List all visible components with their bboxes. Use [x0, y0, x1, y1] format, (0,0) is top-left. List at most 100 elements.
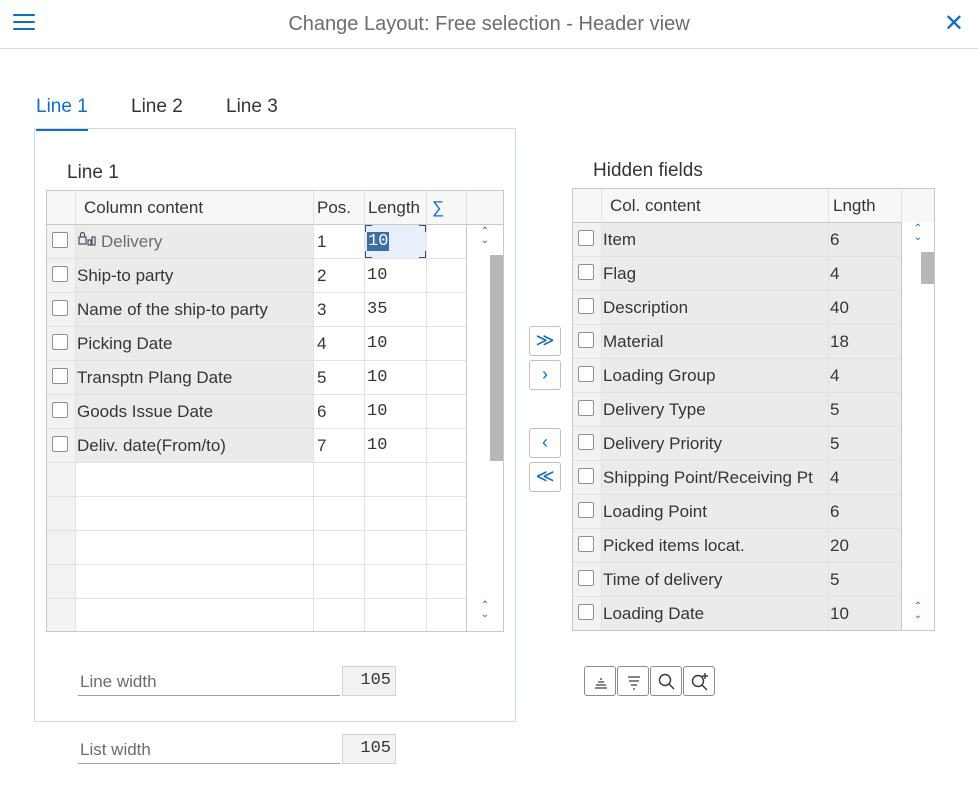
hidden-field-name[interactable]: Delivery Type: [602, 393, 829, 427]
add-all-columns-button[interactable]: ≫: [529, 326, 561, 356]
row-position[interactable]: 3: [314, 293, 365, 327]
row-selector[interactable]: [47, 531, 76, 565]
scroll-up-icon[interactable]: ⌃ ⌄: [467, 227, 503, 246]
row-checkbox[interactable]: [52, 232, 68, 248]
row-position[interactable]: 6: [314, 395, 365, 429]
row-length-input[interactable]: 10: [365, 429, 427, 463]
add-column-button[interactable]: ›: [529, 360, 561, 390]
row-column-content[interactable]: Transptn Plang Date: [76, 361, 314, 395]
row-column-content[interactable]: Picking Date: [76, 327, 314, 361]
row-sum-cell[interactable]: [427, 259, 467, 293]
sort-ascending-icon[interactable]: [584, 666, 616, 696]
hidden-field-name[interactable]: Delivery Priority: [602, 427, 829, 461]
row-column-content[interactable]: Ship-to party: [76, 259, 314, 293]
hidden-field-name[interactable]: Time of delivery: [602, 563, 829, 597]
hidden-field-name[interactable]: Material: [602, 325, 829, 359]
row-length-input[interactable]: 10: [365, 259, 427, 293]
row-position[interactable]: 5: [314, 361, 365, 395]
row-checkbox[interactable]: [578, 366, 594, 382]
row-checkbox[interactable]: [578, 502, 594, 518]
scroll-up-icon[interactable]: ⌃ ⌄: [902, 224, 934, 243]
row-selector[interactable]: [47, 599, 76, 631]
row-position[interactable]: 2: [314, 259, 365, 293]
search-icon[interactable]: [650, 666, 682, 696]
hidden-field-name[interactable]: Flag: [602, 257, 829, 291]
hidden-field-name[interactable]: Loading Group: [602, 359, 829, 393]
scroll-down-icon[interactable]: ⌃ ⌄: [902, 602, 934, 621]
row-checkbox[interactable]: [578, 468, 594, 484]
row-checkbox[interactable]: [578, 536, 594, 552]
row-sum-cell[interactable]: [427, 293, 467, 327]
scroll-down-icon[interactable]: ⌃ ⌄: [467, 601, 503, 620]
row-checkbox[interactable]: [578, 604, 594, 620]
row-length-input[interactable]: 10: [365, 361, 427, 395]
row-sum-cell[interactable]: [427, 429, 467, 463]
column-header-col-content[interactable]: Col. content: [602, 189, 829, 223]
sum-header-icon[interactable]: ∑: [427, 191, 467, 225]
hidden-field-name[interactable]: Shipping Point/Receiving Pt: [602, 461, 829, 495]
tab-line-3[interactable]: Line 3: [226, 96, 278, 129]
row-position[interactable]: 4: [314, 327, 365, 361]
length-value-selected[interactable]: 10: [367, 232, 390, 251]
row-sum-cell[interactable]: [427, 225, 467, 259]
row-checkbox[interactable]: [578, 570, 594, 586]
tab-line-1[interactable]: Line 1: [36, 96, 88, 131]
column-content-label: Picking Date: [77, 334, 173, 353]
hidden-table-scrollbar[interactable]: ⌃ ⌄ ⌃ ⌄: [901, 222, 934, 630]
select-all-header[interactable]: [573, 189, 602, 223]
row-checkbox[interactable]: [578, 434, 594, 450]
row-checkbox[interactable]: [578, 298, 594, 314]
row-position[interactable]: 1: [314, 225, 365, 259]
row-checkbox[interactable]: [578, 400, 594, 416]
row-checkbox[interactable]: [578, 230, 594, 246]
row-length-input[interactable]: 10: [365, 395, 427, 429]
row-selector[interactable]: [47, 463, 76, 497]
close-icon[interactable]: ✕: [944, 10, 964, 38]
row-column-content[interactable]: Delivery: [76, 225, 314, 259]
hidden-field-name[interactable]: Loading Date: [602, 597, 829, 630]
row-checkbox[interactable]: [578, 332, 594, 348]
empty-cell: [76, 463, 314, 497]
search-next-icon[interactable]: [683, 666, 715, 696]
row-length-input[interactable]: 10: [365, 327, 427, 361]
key-field-icon: [77, 231, 101, 251]
remove-column-button[interactable]: ‹: [529, 428, 561, 458]
empty-cell: [314, 463, 365, 497]
row-checkbox[interactable]: [52, 402, 68, 418]
row-sum-cell[interactable]: [427, 361, 467, 395]
empty-cell: [76, 565, 314, 599]
tab-line-2[interactable]: Line 2: [131, 96, 183, 129]
hidden-field-name[interactable]: Description: [602, 291, 829, 325]
selection-corner: [419, 251, 426, 258]
column-header-pos[interactable]: Pos.: [314, 191, 365, 225]
hidden-field-length: 4: [829, 359, 902, 393]
hidden-field-name[interactable]: Loading Point: [602, 495, 829, 529]
row-sum-cell[interactable]: [427, 327, 467, 361]
row-length-input[interactable]: 35: [365, 293, 427, 327]
row-checkbox[interactable]: [52, 266, 68, 282]
row-length-input[interactable]: 10: [365, 225, 427, 259]
row-checkbox[interactable]: [52, 334, 68, 350]
remove-all-columns-button[interactable]: ≪: [529, 462, 561, 492]
column-header-content[interactable]: Column content: [76, 191, 314, 225]
hidden-field-name[interactable]: Picked items locat.: [602, 529, 829, 563]
line-table-scrollbar[interactable]: ⌃ ⌄ ⌃ ⌄: [466, 225, 503, 631]
row-position[interactable]: 7: [314, 429, 365, 463]
column-header-length[interactable]: Length: [365, 191, 427, 225]
row-checkbox[interactable]: [578, 264, 594, 280]
row-column-content[interactable]: Deliv. date(From/to): [76, 429, 314, 463]
row-checkbox[interactable]: [52, 436, 68, 452]
row-selector[interactable]: [47, 565, 76, 599]
scroll-thumb[interactable]: [921, 252, 934, 284]
sort-descending-icon[interactable]: [617, 666, 649, 696]
row-sum-cell[interactable]: [427, 395, 467, 429]
hidden-field-name[interactable]: Item: [602, 223, 829, 257]
row-column-content[interactable]: Name of the ship-to party: [76, 293, 314, 327]
row-checkbox[interactable]: [52, 368, 68, 384]
row-selector[interactable]: [47, 497, 76, 531]
row-checkbox[interactable]: [52, 300, 68, 316]
row-column-content[interactable]: Goods Issue Date: [76, 395, 314, 429]
scroll-thumb[interactable]: [490, 255, 503, 461]
select-all-header[interactable]: [47, 191, 76, 225]
column-header-lngth[interactable]: Lngth: [829, 189, 902, 223]
